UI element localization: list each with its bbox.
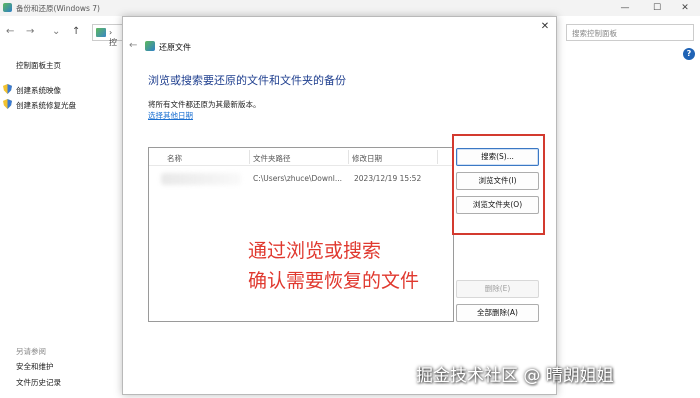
column-folder-path[interactable]: 文件夹路径 — [253, 153, 291, 164]
column-divider — [249, 150, 250, 164]
dialog-description: 将所有文件都还原为其最新版本。 — [148, 100, 261, 109]
window-title: 备份和还原(Windows 7) — [16, 4, 100, 13]
restore-icon — [145, 41, 155, 51]
column-divider — [437, 150, 438, 164]
annotation-line-2: 确认需要恢复的文件 — [248, 270, 420, 292]
remove-button[interactable]: 删除(E) — [456, 280, 539, 298]
address-text: › 控 — [109, 28, 117, 47]
shield-icon — [3, 84, 12, 94]
help-icon[interactable]: ? — [683, 48, 695, 60]
dialog-close-button[interactable]: ✕ — [534, 18, 556, 36]
shield-icon — [3, 99, 12, 109]
title-bar: 备份和还原(Windows 7) — ☐ ✕ — [0, 0, 700, 16]
search-input[interactable]: 搜索控制面板 — [566, 24, 694, 41]
see-also-title: 另请参阅 — [16, 347, 46, 356]
highlight-box — [452, 134, 545, 235]
row-modified-date: 2023/12/19 15:52 — [354, 174, 422, 183]
maximize-button[interactable]: ☐ — [642, 0, 672, 16]
close-window-button[interactable]: ✕ — [670, 0, 700, 16]
up-icon[interactable]: ↑ — [72, 26, 80, 37]
forward-icon[interactable]: → — [26, 26, 34, 37]
dialog-back-icon[interactable]: ← — [129, 40, 137, 51]
dialog-heading: 浏览或搜索要还原的文件和文件夹的备份 — [148, 74, 346, 87]
dialog-title: 还原文件 — [159, 43, 191, 52]
column-modified-date[interactable]: 修改日期 — [352, 153, 382, 164]
list-header: 名称 文件夹路径 修改日期 — [149, 148, 453, 166]
row-folder-path: C:\Users\zhuce\Downl... — [253, 174, 343, 183]
minimize-button[interactable]: — — [610, 0, 640, 16]
watermark: 掘金技术社区 @ 晴朗姐姐 — [416, 366, 614, 386]
table-row[interactable]: C:\Users\zhuce\Downl... 2023/12/19 15:52 — [149, 170, 453, 188]
column-divider — [348, 150, 349, 164]
column-name[interactable]: 名称 — [167, 153, 182, 164]
sidebar-item-create-image[interactable]: 创建系统映像 — [16, 85, 61, 96]
see-also-file-history[interactable]: 文件历史记录 — [16, 377, 61, 388]
search-placeholder: 搜索控制面板 — [572, 29, 617, 38]
annotation-line-1: 通过浏览或搜索 — [248, 240, 382, 262]
sidebar-home-link[interactable]: 控制面板主页 — [16, 60, 61, 71]
back-icon[interactable]: ← — [6, 26, 14, 37]
blurred-file-name — [161, 173, 241, 185]
address-bar[interactable]: › 控 — [92, 24, 122, 47]
sidebar-item-create-repair-disc[interactable]: 创建系统修复光盘 — [16, 100, 76, 111]
remove-all-button[interactable]: 全部删除(A) — [456, 304, 539, 322]
control-panel-icon — [96, 28, 106, 37]
see-also-security-maintenance[interactable]: 安全和维护 — [16, 361, 54, 372]
choose-other-date-link[interactable]: 选择其他日期 — [148, 110, 193, 121]
recent-dropdown-icon[interactable]: ⌄ — [52, 26, 60, 37]
backup-restore-icon — [3, 3, 12, 12]
restore-file-list[interactable]: 名称 文件夹路径 修改日期 C:\Users\zhuce\Downl... 20… — [148, 147, 454, 322]
